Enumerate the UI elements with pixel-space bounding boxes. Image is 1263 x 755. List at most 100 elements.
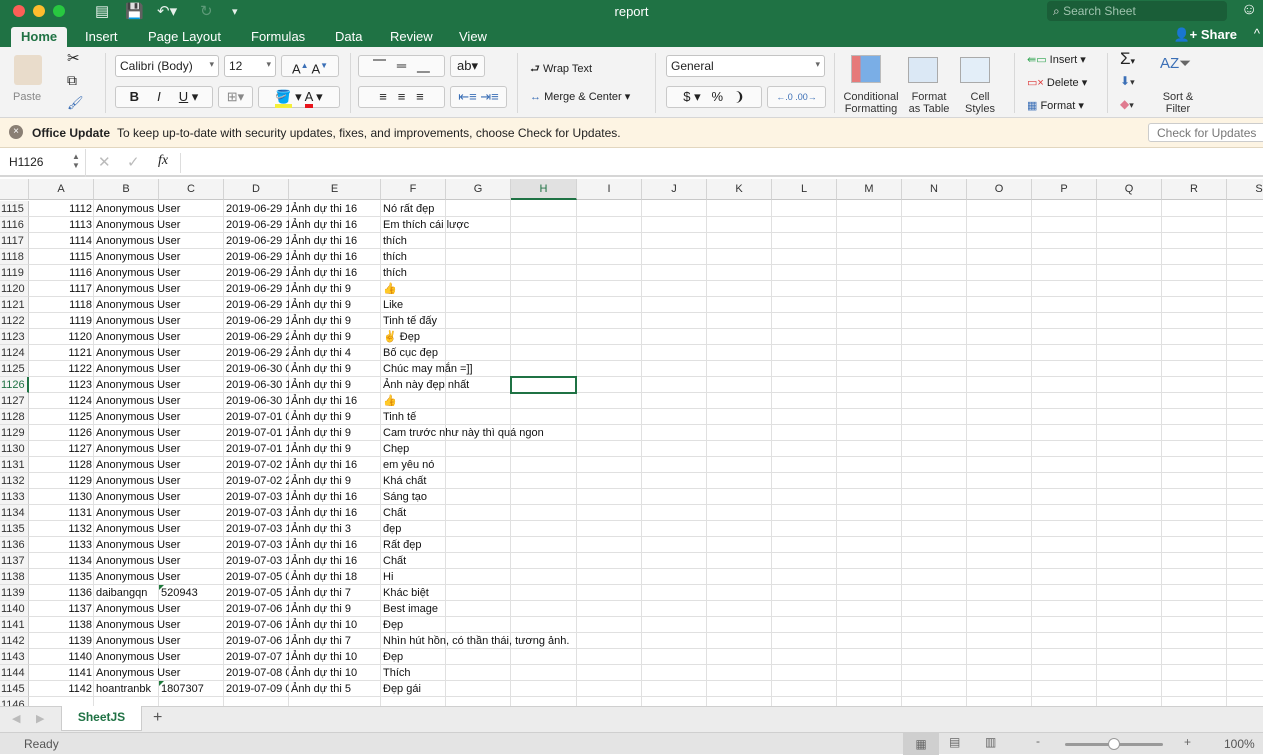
cell-d1136[interactable]: 2019-07-03 1	[224, 537, 289, 553]
cell-f1145[interactable]: Đẹp gái	[381, 681, 423, 697]
cell-e1140[interactable]: Ảnh dự thi 9	[289, 601, 381, 617]
collapse-ribbon-icon[interactable]: ^	[1254, 26, 1260, 41]
column-header-l[interactable]: L	[772, 179, 837, 200]
cell-a1140[interactable]: 1137	[29, 601, 94, 617]
tab-home[interactable]: Home	[11, 27, 68, 47]
font-size-grow-shrink-buttons[interactable]: A▲ A▼	[281, 55, 339, 77]
cell-e1131[interactable]: Ảnh dự thi 16	[289, 457, 381, 473]
column-header-j[interactable]: J	[642, 179, 707, 200]
column-header-i[interactable]: I	[577, 179, 642, 200]
cell-a1118[interactable]: 1115	[29, 249, 94, 265]
cell-d1118[interactable]: 2019-06-29 1	[224, 249, 289, 265]
row-header[interactable]: 1115	[0, 201, 29, 217]
cell-d1138[interactable]: 2019-07-05 0	[224, 569, 289, 585]
cell-d1140[interactable]: 2019-07-06 1	[224, 601, 289, 617]
cell-e1121[interactable]: Ảnh dự thi 9	[289, 297, 381, 313]
tab-insert[interactable]: Insert	[75, 27, 128, 47]
number-format-select[interactable]: General ▾	[666, 55, 825, 77]
row-header[interactable]: 1120	[0, 281, 29, 297]
row-header[interactable]: 1144	[0, 665, 29, 681]
cell-b1116[interactable]: Anonymous User	[94, 217, 182, 233]
normal-view-icon[interactable]: ▦	[903, 733, 939, 755]
cell-a1126[interactable]: 1123	[29, 377, 94, 393]
cell-d1135[interactable]: 2019-07-03 1	[224, 521, 289, 537]
cell-d1141[interactable]: 2019-07-06 1	[224, 617, 289, 633]
cell-d1119[interactable]: 2019-06-29 1	[224, 265, 289, 281]
row-header[interactable]: 1136	[0, 537, 29, 553]
cell-a1131[interactable]: 1128	[29, 457, 94, 473]
cell-a1137[interactable]: 1134	[29, 553, 94, 569]
column-header-o[interactable]: O	[967, 179, 1032, 200]
row-header[interactable]: 1116	[0, 217, 29, 233]
cell-b1117[interactable]: Anonymous User	[94, 233, 182, 249]
cell-d1123[interactable]: 2019-06-29 2	[224, 329, 289, 345]
cell-f1118[interactable]: thích	[381, 249, 409, 265]
number-as-text-warning-icon[interactable]	[159, 681, 164, 686]
cell-f1135[interactable]: đẹp	[381, 521, 403, 537]
insert-function-icon[interactable]: fx	[158, 153, 168, 169]
cell-styles-button[interactable]: Cell Styles	[958, 91, 1002, 115]
cell-a1144[interactable]: 1141	[29, 665, 94, 681]
cell-a1117[interactable]: 1114	[29, 233, 94, 249]
fill-color-icon[interactable]: 🪣	[275, 89, 292, 108]
scroll-sheets-right-icon[interactable]: ▶	[36, 712, 44, 725]
vertical-align-buttons[interactable]: ⎺ ═ ⎽	[358, 55, 445, 77]
cell-f1123[interactable]: ✌️ Đẹp	[381, 329, 422, 345]
cell-e1142[interactable]: Ảnh dự thi 7	[289, 633, 381, 649]
cell-b1135[interactable]: Anonymous User	[94, 521, 182, 537]
cell-c1145[interactable]: 1807307	[159, 681, 206, 697]
column-header-b[interactable]: B	[94, 179, 159, 200]
cell-b1126[interactable]: Anonymous User	[94, 377, 182, 393]
cell-e1143[interactable]: Ảnh dự thi 10	[289, 649, 381, 665]
cell-c1139[interactable]: 520943	[159, 585, 200, 601]
column-header-s[interactable]: S	[1227, 179, 1263, 200]
cell-e1127[interactable]: Ảnh dự thi 16	[289, 393, 381, 409]
cell-d1143[interactable]: 2019-07-07 1	[224, 649, 289, 665]
cancel-icon[interactable]: ✕	[98, 153, 111, 171]
check-for-updates-button[interactable]: Check for Updates	[1148, 123, 1263, 142]
row-header[interactable]: 1141	[0, 617, 29, 633]
row-header[interactable]: 1137	[0, 553, 29, 569]
cell-b1121[interactable]: Anonymous User	[94, 297, 182, 313]
cell-f1137[interactable]: Chất	[381, 553, 408, 569]
name-box[interactable]: H1126	[9, 155, 43, 169]
bold-button[interactable]: B	[130, 89, 139, 104]
cell-f1128[interactable]: Tinh tế	[381, 409, 418, 425]
cell-e1119[interactable]: Ảnh dự thi 16	[289, 265, 381, 281]
cell-b1123[interactable]: Anonymous User	[94, 329, 182, 345]
cell-f1134[interactable]: Chất	[381, 505, 408, 521]
cell-f1139[interactable]: Khác biệt	[381, 585, 431, 601]
column-header-d[interactable]: D	[224, 179, 289, 200]
row-header[interactable]: 1129	[0, 425, 29, 441]
row-header[interactable]: 1123	[0, 329, 29, 345]
enter-check-icon[interactable]: ✓	[127, 153, 140, 171]
cell-a1129[interactable]: 1126	[29, 425, 94, 441]
cell-f1141[interactable]: Đẹp	[381, 617, 405, 633]
cell-e1122[interactable]: Ảnh dự thi 9	[289, 313, 381, 329]
orientation-button[interactable]: ab▾	[450, 55, 485, 77]
spreadsheet-grid[interactable]: A B C D E F G H I J K L M N O P Q R S 1115 1112 Anonymous Use…	[0, 179, 1263, 706]
merge-center-button[interactable]: ↔ Merge & Center ▾	[530, 90, 630, 103]
cell-a1139[interactable]: 1136	[29, 585, 94, 601]
cell-e1115[interactable]: Ảnh dự thi 16	[289, 201, 381, 217]
cell-d1121[interactable]: 2019-06-29 1	[224, 297, 289, 313]
cell-d1137[interactable]: 2019-07-03 1	[224, 553, 289, 569]
column-header-f[interactable]: F	[381, 179, 446, 200]
cell-a1120[interactable]: 1117	[29, 281, 94, 297]
cell-f1143[interactable]: Đẹp	[381, 649, 405, 665]
cell-e1120[interactable]: Ảnh dự thi 9	[289, 281, 381, 297]
row-header[interactable]: 1130	[0, 441, 29, 457]
cell-e1141[interactable]: Ảnh dự thi 10	[289, 617, 381, 633]
cell-a1141[interactable]: 1138	[29, 617, 94, 633]
cell-d1130[interactable]: 2019-07-01 1	[224, 441, 289, 457]
cell-d1115[interactable]: 2019-06-29 1	[224, 201, 289, 217]
row-header[interactable]: 1127	[0, 393, 29, 409]
cell-f1130[interactable]: Chẹp	[381, 441, 411, 457]
search-sheet-input[interactable]: ⌕ Search Sheet	[1047, 1, 1227, 21]
italic-button[interactable]: I	[157, 89, 161, 104]
cell-a1122[interactable]: 1119	[29, 313, 94, 329]
row-header[interactable]: 1143	[0, 649, 29, 665]
column-header-g[interactable]: G	[446, 179, 511, 200]
cell-e1118[interactable]: Ảnh dự thi 16	[289, 249, 381, 265]
cell-e1128[interactable]: Ảnh dự thi 9	[289, 409, 381, 425]
